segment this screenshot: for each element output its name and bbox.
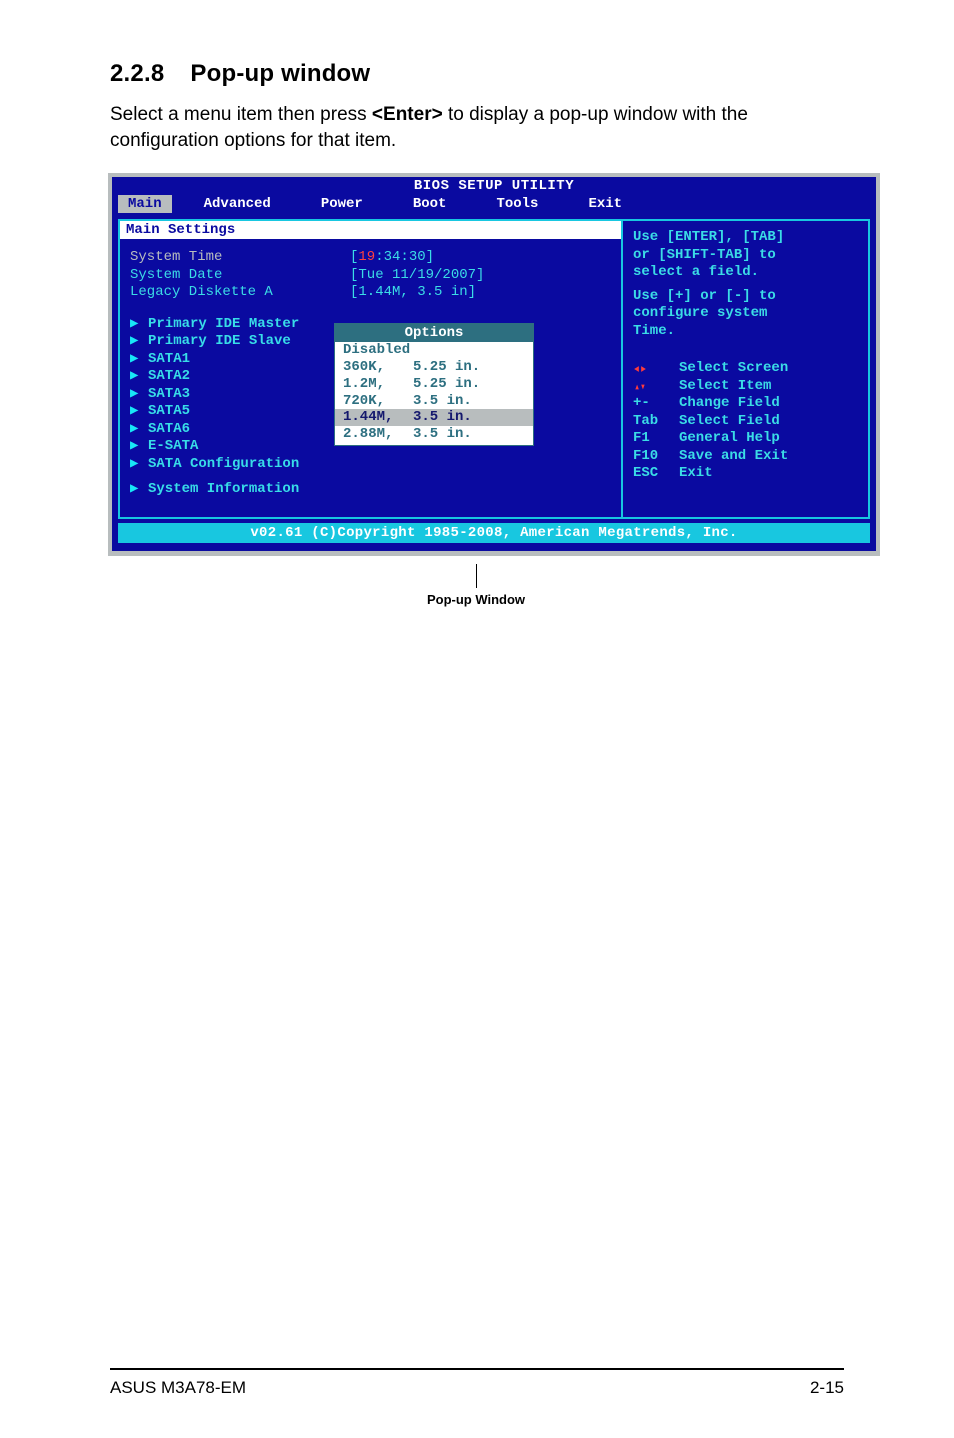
submenu-arrow-icon: ▶ (130, 403, 148, 421)
help-text: Use [ENTER], [TAB] or [SHIFT-TAB] to sel… (633, 229, 858, 340)
system-date-value: [Tue 11/19/2007] (350, 267, 484, 285)
popup-option-size: 5.25 in. (413, 359, 480, 376)
popup-caption: Pop-up Window (108, 592, 844, 607)
intro-key: <Enter> (372, 104, 443, 125)
popup-option-disabled[interactable]: Disabled (335, 342, 533, 359)
help-line: Time. (633, 323, 858, 341)
submenu-arrow-icon: ▶ (130, 481, 148, 499)
popup-option-size: 5.25 in. (413, 376, 480, 393)
arrows-lr-icon (633, 360, 679, 378)
popup-title: Options (335, 324, 533, 342)
tab-exit[interactable]: Exit (578, 195, 632, 213)
section-title: Pop-up window (190, 60, 370, 87)
popup-option-720k[interactable]: 720K,3.5 in. (335, 393, 533, 410)
legend-key-tab: Tab (633, 413, 679, 431)
right-panel: Use [ENTER], [TAB] or [SHIFT-TAB] to sel… (623, 219, 870, 519)
popup-option-label: 1.44M, (343, 409, 413, 426)
submenu-arrow-icon: ▶ (130, 456, 148, 474)
legend-key-f10: F10 (633, 448, 679, 466)
popup-option-label: 2.88M, (343, 426, 413, 443)
submenu-system-information[interactable]: ▶System Information (130, 481, 611, 499)
legend-select-field: Select Field (679, 413, 780, 431)
legend-key-esc: ESC (633, 465, 679, 483)
submenu-label: SATA Configuration (148, 456, 299, 474)
popup-option-label: 360K, (343, 359, 413, 376)
submenu-arrow-icon: ▶ (130, 438, 148, 456)
footer-left: ASUS M3A78-EM (110, 1378, 246, 1398)
popup-option-size: 3.5 in. (413, 393, 472, 410)
submenu-label: SATA6 (148, 421, 190, 439)
legacy-label: Legacy Diskette A (130, 284, 350, 302)
tab-tools[interactable]: Tools (486, 195, 548, 213)
main-settings-label: Main Settings (120, 221, 621, 239)
help-line: Use [+] or [-] to (633, 288, 858, 306)
key-legend: Select Screen Select Item +-Change Field (633, 360, 858, 483)
row-system-date[interactable]: System Date [Tue 11/19/2007] (120, 267, 621, 285)
submenu-sata-config[interactable]: ▶SATA Configuration (130, 456, 611, 474)
submenu-arrow-icon: ▶ (130, 333, 148, 351)
system-time-value: [19:34:30] (350, 249, 434, 267)
popup-option-size: 3.5 in. (413, 409, 472, 426)
tab-boot[interactable]: Boot (403, 195, 457, 213)
row-system-time[interactable]: System Time [19:34:30] (120, 249, 621, 267)
row-legacy-diskette[interactable]: Legacy Diskette A [1.44M, 3.5 in] (120, 284, 621, 302)
submenu-arrow-icon: ▶ (130, 351, 148, 369)
section-number: 2.2.8 (110, 60, 164, 88)
arrows-ud-icon (633, 378, 679, 396)
submenu-label: SATA5 (148, 403, 190, 421)
legend-key-f1: F1 (633, 430, 679, 448)
popup-option-288m[interactable]: 2.88M,3.5 in. (335, 426, 533, 443)
help-line: or [SHIFT-TAB] to (633, 247, 858, 265)
legend-select-screen: Select Screen (679, 360, 788, 378)
submenu-label: Primary IDE Master (148, 316, 299, 334)
submenu-label: SATA1 (148, 351, 190, 369)
submenu-arrow-icon: ▶ (130, 421, 148, 439)
legend-select-item: Select Item (679, 378, 771, 396)
submenu-arrow-icon: ▶ (130, 316, 148, 334)
help-line: Use [ENTER], [TAB] (633, 229, 858, 247)
submenu-label: SATA3 (148, 386, 190, 404)
submenu-label: Primary IDE Slave (148, 333, 291, 351)
legend-general-help: General Help (679, 430, 780, 448)
legend-exit: Exit (679, 465, 713, 483)
submenu-arrow-icon: ▶ (130, 386, 148, 404)
section-heading: 2.2.8 Pop-up window (110, 60, 844, 88)
legend-change-field: Change Field (679, 395, 780, 413)
system-date-label: System Date (130, 267, 350, 285)
submenu-label: System Information (148, 481, 299, 499)
popup-option-size: 3.5 in. (413, 426, 472, 443)
bios-title: BIOS SETUP UTILITY (112, 177, 876, 195)
system-time-label: System Time (130, 249, 350, 267)
help-line: select a field. (633, 264, 858, 282)
help-line: configure system (633, 305, 858, 323)
intro-paragraph: Select a menu item then press <Enter> to… (110, 102, 844, 153)
left-panel: Main Settings System Time [19:34:30] Sys… (118, 219, 623, 519)
popup-option-label: 720K, (343, 393, 413, 410)
system-time-rest: :34:30] (375, 249, 434, 265)
submenu-arrow-icon: ▶ (130, 368, 148, 386)
footer-rule (110, 1368, 844, 1370)
callout-line (476, 564, 477, 588)
tab-advanced[interactable]: Advanced (194, 195, 281, 213)
popup-window[interactable]: Options Disabled 360K,5.25 in. 1.2M,5.25… (334, 323, 534, 446)
bios-menubar[interactable]: Main Advanced Power Boot Tools Exit (112, 195, 876, 215)
submenu-label: SATA2 (148, 368, 190, 386)
legacy-value: [1.44M, 3.5 in] (350, 284, 476, 302)
popup-option-label: Disabled (343, 342, 413, 359)
system-time-hour: 19 (358, 249, 375, 265)
popup-option-12m[interactable]: 1.2M,5.25 in. (335, 376, 533, 393)
popup-option-144m[interactable]: 1.44M,3.5 in. (335, 409, 533, 426)
submenu-label: E-SATA (148, 438, 198, 456)
legend-key-plusminus: +- (633, 395, 679, 413)
intro-text-pre: Select a menu item then press (110, 104, 372, 125)
legend-save-exit: Save and Exit (679, 448, 788, 466)
popup-option-360k[interactable]: 360K,5.25 in. (335, 359, 533, 376)
popup-option-label: 1.2M, (343, 376, 413, 393)
footer-right: 2-15 (810, 1378, 844, 1398)
tab-power[interactable]: Power (311, 195, 373, 213)
tab-main[interactable]: Main (118, 195, 172, 213)
bios-copyright: v02.61 (C)Copyright 1985-2008, American … (118, 523, 870, 543)
bios-window: BIOS SETUP UTILITY Main Advanced Power B… (108, 173, 880, 556)
page-footer: ASUS M3A78-EM 2-15 (0, 1368, 954, 1398)
